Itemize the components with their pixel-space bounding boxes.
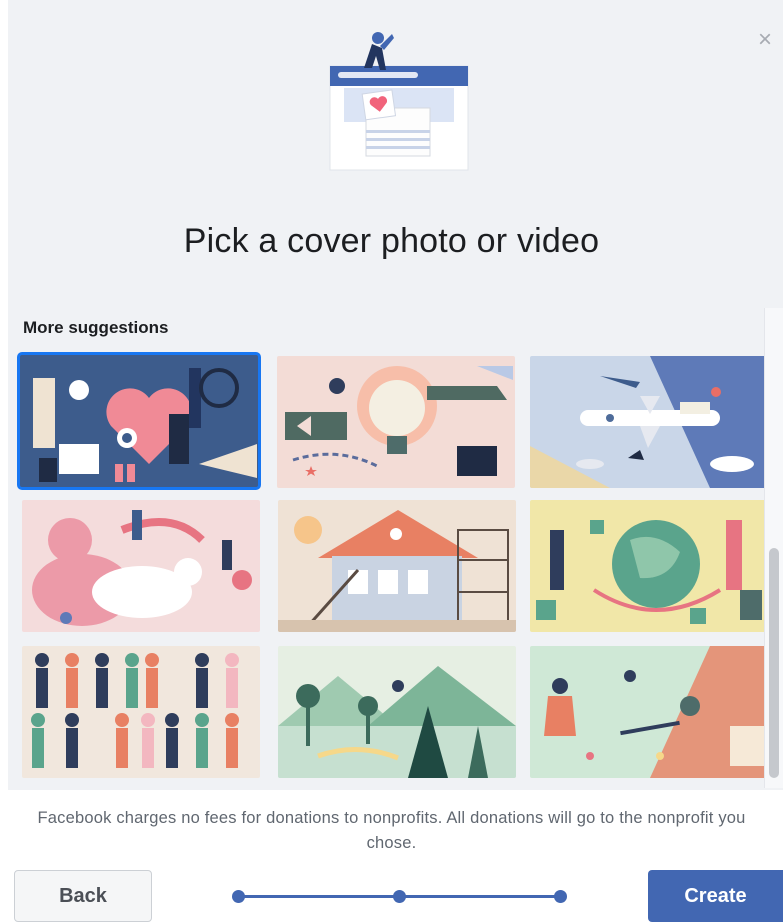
- progress-step-3: [554, 890, 567, 903]
- scrollbar[interactable]: [764, 308, 783, 788]
- cover-option-playground[interactable]: [530, 646, 768, 778]
- cover-option-lightbulb[interactable]: [277, 356, 515, 488]
- cover-option-globe-puzzle[interactable]: [530, 500, 768, 632]
- cover-option-dogs[interactable]: [22, 500, 260, 632]
- back-button[interactable]: Back: [14, 870, 152, 922]
- cover-option-heart[interactable]: [17, 352, 261, 490]
- step-progress: [230, 886, 570, 906]
- fundraiser-illustration: [326, 26, 472, 174]
- donation-notice: Facebook charges no fees for donations t…: [37, 809, 746, 852]
- cover-photo-grid: [16, 352, 768, 782]
- cover-option-airplane[interactable]: [530, 356, 768, 488]
- left-edge: [0, 0, 8, 790]
- cover-option-crowd[interactable]: [22, 646, 260, 778]
- close-icon[interactable]: ×: [753, 28, 777, 52]
- cover-option-mountains[interactable]: [278, 646, 516, 778]
- create-button[interactable]: Create: [648, 870, 783, 922]
- section-heading: More suggestions: [23, 318, 169, 337]
- progress-step-1: [232, 890, 245, 903]
- cover-option-house[interactable]: [278, 500, 516, 632]
- progress-step-2: [393, 890, 406, 903]
- page-title: Pick a cover photo or video: [183, 222, 600, 260]
- scrollbar-thumb[interactable]: [769, 548, 779, 778]
